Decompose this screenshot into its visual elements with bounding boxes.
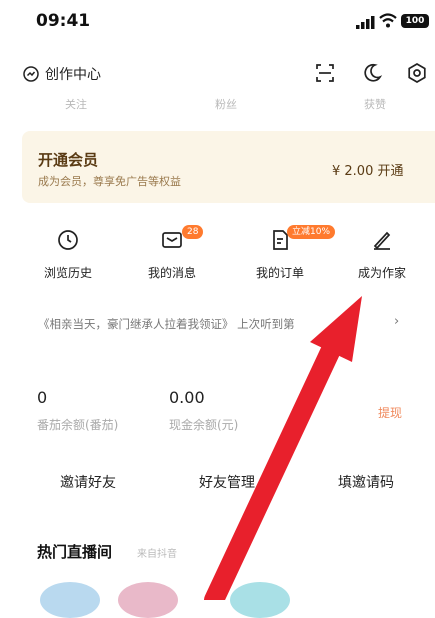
pen-icon xyxy=(373,231,391,250)
vip-subtitle: 成为会员，尊享免广告等权益 xyxy=(38,175,181,188)
stat-likes[interactable]: 获赞 xyxy=(364,96,386,112)
wallet-section: 0 番茄余额(番茄) 0.00 现金余额(元) 提现 xyxy=(0,388,435,438)
friends-manage-button[interactable]: 好友管理 xyxy=(199,472,255,492)
my-messages-button[interactable]: 28 我的消息 xyxy=(127,225,217,281)
browse-history-label: 浏览历史 xyxy=(43,266,92,280)
creation-center-icon xyxy=(23,66,39,82)
coins-balance-value: 0 xyxy=(37,388,48,407)
my-messages-label: 我的消息 xyxy=(147,266,196,280)
messages-badge: 28 xyxy=(182,225,204,239)
top-bar: 创作中心 xyxy=(0,58,435,88)
stat-fans[interactable]: 粉丝 xyxy=(215,96,237,112)
my-orders-label: 我的订单 xyxy=(255,266,304,280)
moon-icon[interactable] xyxy=(361,62,383,84)
creation-center-label: 创作中心 xyxy=(45,67,101,83)
clock-icon xyxy=(58,230,78,250)
annotation-arrow xyxy=(204,296,362,600)
vip-open-button[interactable]: ¥ 2.00 开通 xyxy=(332,160,403,179)
invite-actions: 邀请好友 好友管理 填邀请码 xyxy=(0,472,435,492)
quick-actions: 浏览历史 28 我的消息 立减10% 我的订单 成为作家 xyxy=(0,225,435,288)
profile-stats: 关注 粉丝 获赞 xyxy=(0,96,435,116)
creation-center-button[interactable]: 创作中心 xyxy=(22,64,101,84)
live-thumbnail[interactable] xyxy=(230,582,290,618)
become-writer-label: 成为作家 xyxy=(357,266,406,280)
chevron-right-icon: › xyxy=(394,314,400,329)
live-thumbnails xyxy=(0,582,435,618)
wifi-icon xyxy=(379,13,397,28)
status-bar: 09:41 100 xyxy=(0,0,435,44)
recent-listen-text: 《相亲当天，豪门继承人拉着我领证》 上次听到第 xyxy=(38,317,295,331)
battery-icon: 100 xyxy=(401,14,429,28)
withdraw-button[interactable]: 提现 xyxy=(378,404,402,421)
live-thumbnail[interactable] xyxy=(40,582,100,618)
scan-icon[interactable] xyxy=(314,62,336,84)
vip-banner[interactable]: 开通会员 成为会员，尊享免广告等权益 ¥ 2.00 开通 xyxy=(22,131,435,203)
live-thumbnail[interactable] xyxy=(118,582,178,618)
become-writer-button[interactable]: 成为作家 xyxy=(337,228,427,281)
enter-invite-code-button[interactable]: 填邀请码 xyxy=(338,472,394,492)
signal-icon xyxy=(356,16,375,29)
message-icon xyxy=(162,232,182,248)
invite-friends-button[interactable]: 邀请好友 xyxy=(60,472,116,492)
settings-icon[interactable] xyxy=(406,62,428,84)
browse-history-button[interactable]: 浏览历史 xyxy=(23,228,113,281)
live-section-source: 来自抖音 xyxy=(137,549,177,560)
orders-badge: 立减10% xyxy=(287,225,336,239)
cash-balance-value: 0.00 xyxy=(169,388,205,407)
live-section-title: 热门直播间 xyxy=(37,543,113,561)
recent-listen-banner[interactable]: 《相亲当天，豪门继承人拉着我领证》 上次听到第 › xyxy=(22,314,422,334)
my-orders-button[interactable]: 立减10% 我的订单 xyxy=(235,225,336,281)
cash-balance-label: 现金余额(元) xyxy=(169,418,239,432)
status-time: 09:41 xyxy=(36,11,91,31)
stat-follow[interactable]: 关注 xyxy=(65,96,87,112)
vip-title: 开通会员 xyxy=(38,151,99,169)
coins-balance-label: 番茄余额(番茄) xyxy=(37,418,119,432)
